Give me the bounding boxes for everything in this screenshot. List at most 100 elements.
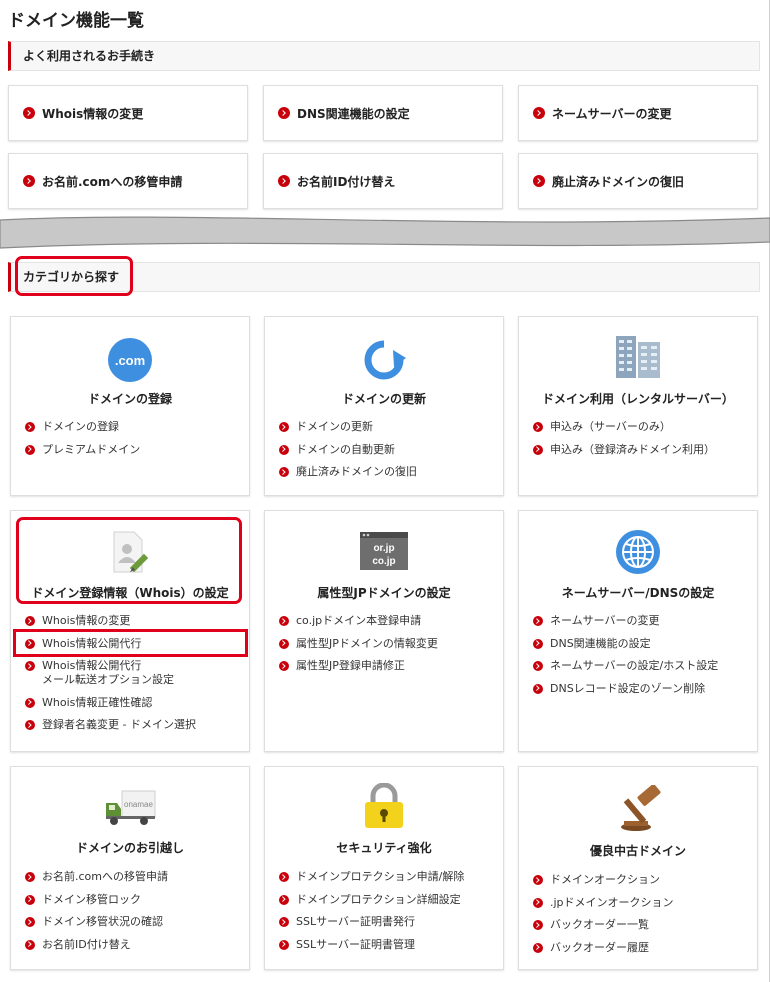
chevron-right-icon (279, 422, 289, 432)
chevron-right-icon (533, 875, 543, 885)
chevron-right-icon (25, 444, 35, 455)
quick-button-label: お名前ID付け替え (297, 174, 396, 189)
chevron-right-icon (279, 467, 289, 477)
card-link[interactable]: お名前.comへの移管申請 (25, 870, 243, 884)
jp-icon-line-2: co.jp (372, 556, 395, 567)
card-link[interactable]: SSLサーバー証明書発行 (279, 915, 497, 929)
card-nameserver-dns: ネームサーバー/DNSの設定 ネームサーバーの変更 DNS関連機能の設定 ネーム… (518, 510, 758, 752)
card-link[interactable]: 申込み（登録済みドメイン利用） (533, 443, 751, 457)
chevron-right-icon (279, 638, 289, 649)
highlight-whois-card-header (16, 517, 242, 604)
auction-gavel-icon (519, 785, 757, 833)
chevron-right-icon (533, 422, 543, 432)
card-link[interactable]: ドメイン移管状況の確認 (25, 915, 243, 929)
card-link[interactable]: ドメインの更新 (279, 420, 497, 434)
card-rental-server: ドメイン利用（レンタルサーバー） 申込み（サーバーのみ） 申込み（登録済みドメイ… (518, 316, 758, 496)
quick-button-domain-restore[interactable]: 廃止済みドメインの復旧 (518, 153, 758, 209)
card-security: セキュリティ強化 ドメインプロテクション申請/解除 ドメインプロテクション詳細設… (264, 766, 504, 970)
moving-truck-icon: onamae (11, 789, 249, 827)
card-link[interactable]: Whois情報公開代行 メール転送オプション設定 (25, 659, 243, 687)
card-link[interactable]: 申込み（サーバーのみ） (533, 420, 751, 434)
chevron-right-icon (279, 894, 289, 905)
highlight-whois-proxy-link (13, 629, 248, 657)
quick-button-transfer-request[interactable]: お名前.comへの移管申請 (8, 153, 248, 209)
card-link[interactable]: .jpドメインオークション (533, 896, 751, 910)
card-title: 属性型JPドメインの設定 (317, 586, 451, 600)
card-title: ドメインの登録 (87, 392, 172, 406)
chevron-right-icon (278, 175, 290, 187)
card-link[interactable]: 廃止済みドメインの復旧 (279, 465, 497, 479)
quick-button-label: お名前.comへの移管申請 (42, 174, 183, 189)
card-link[interactable]: プレミアムドメイン (25, 443, 243, 457)
chevron-right-icon (533, 638, 543, 649)
chevron-right-icon (279, 872, 289, 882)
chevron-right-icon (533, 444, 543, 455)
quick-button-nameserver-change[interactable]: ネームサーバーの変更 (518, 85, 758, 141)
card-link[interactable]: ドメインプロテクション詳細設定 (279, 893, 497, 907)
card-link[interactable]: ネームサーバーの変更 (533, 614, 751, 628)
card-title: ネームサーバー/DNSの設定 (561, 586, 715, 600)
card-link[interactable]: バックオーダー一覧 (533, 918, 751, 932)
chevron-right-icon (25, 697, 35, 708)
chevron-right-icon (25, 661, 35, 671)
quick-button-label: ネームサーバーの変更 (552, 106, 672, 121)
quick-button-label: Whois情報の変更 (42, 106, 144, 121)
card-link[interactable]: ドメインの自動更新 (279, 443, 497, 457)
chevron-right-icon (279, 939, 289, 950)
chevron-right-icon (533, 175, 545, 187)
chevron-right-icon (533, 661, 543, 671)
card-title: セキュリティ強化 (336, 841, 432, 855)
card-link[interactable]: 属性型JP登録申請修正 (279, 659, 497, 673)
quick-button-id-reassign[interactable]: お名前ID付け替え (263, 153, 503, 209)
quick-button-dns-settings[interactable]: DNS関連機能の設定 (263, 85, 503, 141)
card-domain-moving: onamae ドメインのお引越し お名前.comへの移管申請 ドメイン移管ロック… (10, 766, 250, 970)
card-link[interactable]: ネームサーバーの設定/ホスト設定 (533, 659, 751, 673)
frequent-section-heading: よく利用されるお手続き (8, 41, 760, 71)
card-link[interactable]: Whois情報正確性確認 (25, 696, 243, 710)
globe-icon (519, 529, 757, 575)
card-link[interactable]: ドメイン移管ロック (25, 893, 243, 907)
card-link[interactable]: バックオーダー履歴 (533, 941, 751, 955)
refresh-arrow-icon (265, 337, 503, 383)
card-link[interactable]: ドメインオークション (533, 873, 751, 887)
chevron-right-icon (279, 444, 289, 455)
content-cut-separator (0, 216, 770, 249)
card-jp-domain: or.jp co.jp 属性型JPドメインの設定 co.jpドメイン本登録申請 … (264, 510, 504, 752)
chevron-right-icon (533, 683, 543, 694)
chevron-right-icon (533, 107, 545, 119)
card-link[interactable]: ドメインプロテクション申請/解除 (279, 870, 497, 884)
chevron-right-icon (533, 897, 543, 908)
card-link[interactable]: 属性型JPドメインの情報変更 (279, 637, 497, 651)
page-title: ドメイン機能一覧 (8, 11, 144, 31)
quick-button-whois-change[interactable]: Whois情報の変更 (8, 85, 248, 141)
card-link[interactable]: Whois情報の変更 (25, 614, 243, 628)
chevron-right-icon (23, 175, 35, 187)
chevron-right-icon (25, 422, 35, 432)
chevron-right-icon (25, 917, 35, 927)
card-link[interactable]: 登録者名義変更 - ドメイン選択 (25, 718, 243, 732)
card-title: ドメインのお引越し (75, 841, 184, 855)
chevron-right-icon (25, 939, 35, 950)
quick-button-label: 廃止済みドメインの復旧 (552, 174, 685, 189)
chevron-right-icon (278, 107, 290, 119)
chevron-right-icon (23, 107, 35, 119)
chevron-right-icon (25, 872, 35, 882)
chevron-right-icon (279, 616, 289, 626)
chevron-right-icon (25, 720, 35, 730)
server-building-icon (519, 334, 757, 380)
highlight-category-heading (15, 256, 133, 296)
truck-icon-text: onamae (124, 800, 153, 809)
jp-domain-icon: or.jp co.jp (265, 531, 503, 571)
jp-icon-line-1: or.jp (373, 543, 394, 554)
chevron-right-icon (533, 616, 543, 626)
chevron-right-icon (279, 661, 289, 671)
card-link[interactable]: SSLサーバー証明書管理 (279, 938, 497, 952)
card-link[interactable]: ドメインの登録 (25, 420, 243, 434)
card-link[interactable]: co.jpドメイン本登録申請 (279, 614, 497, 628)
chevron-right-icon (25, 616, 35, 626)
card-link[interactable]: お名前ID付け替え (25, 938, 243, 952)
card-domain-register: .com ドメインの登録 ドメインの登録 プレミアムドメイン (10, 316, 250, 496)
dotcom-icon-text: .com (115, 353, 145, 368)
card-link[interactable]: DNSレコード設定のゾーン削除 (533, 682, 751, 696)
card-link[interactable]: DNS関連機能の設定 (533, 637, 751, 651)
